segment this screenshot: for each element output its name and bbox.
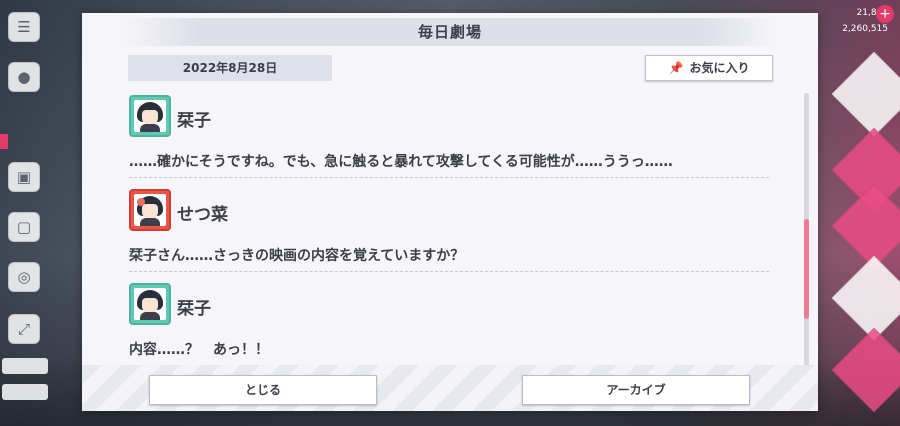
dialogue-text: ……確かにそうですね。でも、急に触ると暴れて攻撃してくる可能性が……ううっ…… xyxy=(129,154,673,170)
plus-icon[interactable]: + xyxy=(876,5,894,23)
camera-icon[interactable]: ▢ xyxy=(8,212,40,242)
dialogue-text: 栞子さん……さっきの映画の内容を覚えていますか？ xyxy=(129,248,465,264)
date-label: 2022年8月28日 xyxy=(128,55,332,81)
divider xyxy=(129,271,769,272)
chat-icon[interactable]: ● xyxy=(8,62,40,92)
daily-theater-dialog: 毎日劇場 2022年8月28日 📌 お気に入り 栞子 ……確かにそうですね。でも、… xyxy=(82,13,818,411)
dialog-header: 毎日劇場 xyxy=(122,18,778,46)
shioriko-avatar xyxy=(129,283,171,325)
divider xyxy=(129,177,769,178)
speaker-name: 栞子 xyxy=(177,299,211,319)
left-rail-tag xyxy=(0,134,8,149)
favorite-label: お気に入り xyxy=(689,61,750,75)
right-side-menu: 21,882 2,260,515 + xyxy=(818,0,900,426)
dialog-title: 毎日劇場 xyxy=(417,23,482,41)
left-rail-label-2[interactable] xyxy=(2,384,48,400)
resource-count-2: 2,260,515 xyxy=(842,24,888,34)
trophy-icon[interactable]: ◎ xyxy=(8,262,40,292)
expand-icon[interactable]: ⤢ xyxy=(8,314,40,344)
pin-icon: 📌 xyxy=(668,61,684,75)
setsuna-avatar xyxy=(129,189,171,231)
speaker-name: 栞子 xyxy=(177,111,211,131)
scrollbar-thumb[interactable] xyxy=(804,219,809,319)
menu-diamond-1[interactable] xyxy=(831,51,900,137)
dialogue-list[interactable]: 栞子 ……確かにそうですね。でも、急に触ると暴れて攻撃してくる可能性が……ううっ… xyxy=(82,89,818,371)
favorite-button[interactable]: 📌 お気に入り xyxy=(645,55,773,81)
left-side-menu: ☰ ● ▣ ▢ ◎ ⤢ xyxy=(0,0,48,426)
menu-diamond-5[interactable] xyxy=(831,327,900,413)
left-rail-label-1[interactable] xyxy=(2,358,48,374)
close-button[interactable]: とじる xyxy=(149,375,377,405)
archive-button[interactable]: アーカイブ xyxy=(522,375,750,405)
gift-icon[interactable]: ▣ xyxy=(8,162,40,192)
dialogue-text: 内容……？ あっ！！ xyxy=(129,342,269,358)
menu-icon[interactable]: ☰ xyxy=(8,12,40,42)
menu-diamond-4[interactable] xyxy=(831,255,900,341)
speaker-name: せつ菜 xyxy=(177,205,228,225)
shioriko-avatar xyxy=(129,95,171,137)
